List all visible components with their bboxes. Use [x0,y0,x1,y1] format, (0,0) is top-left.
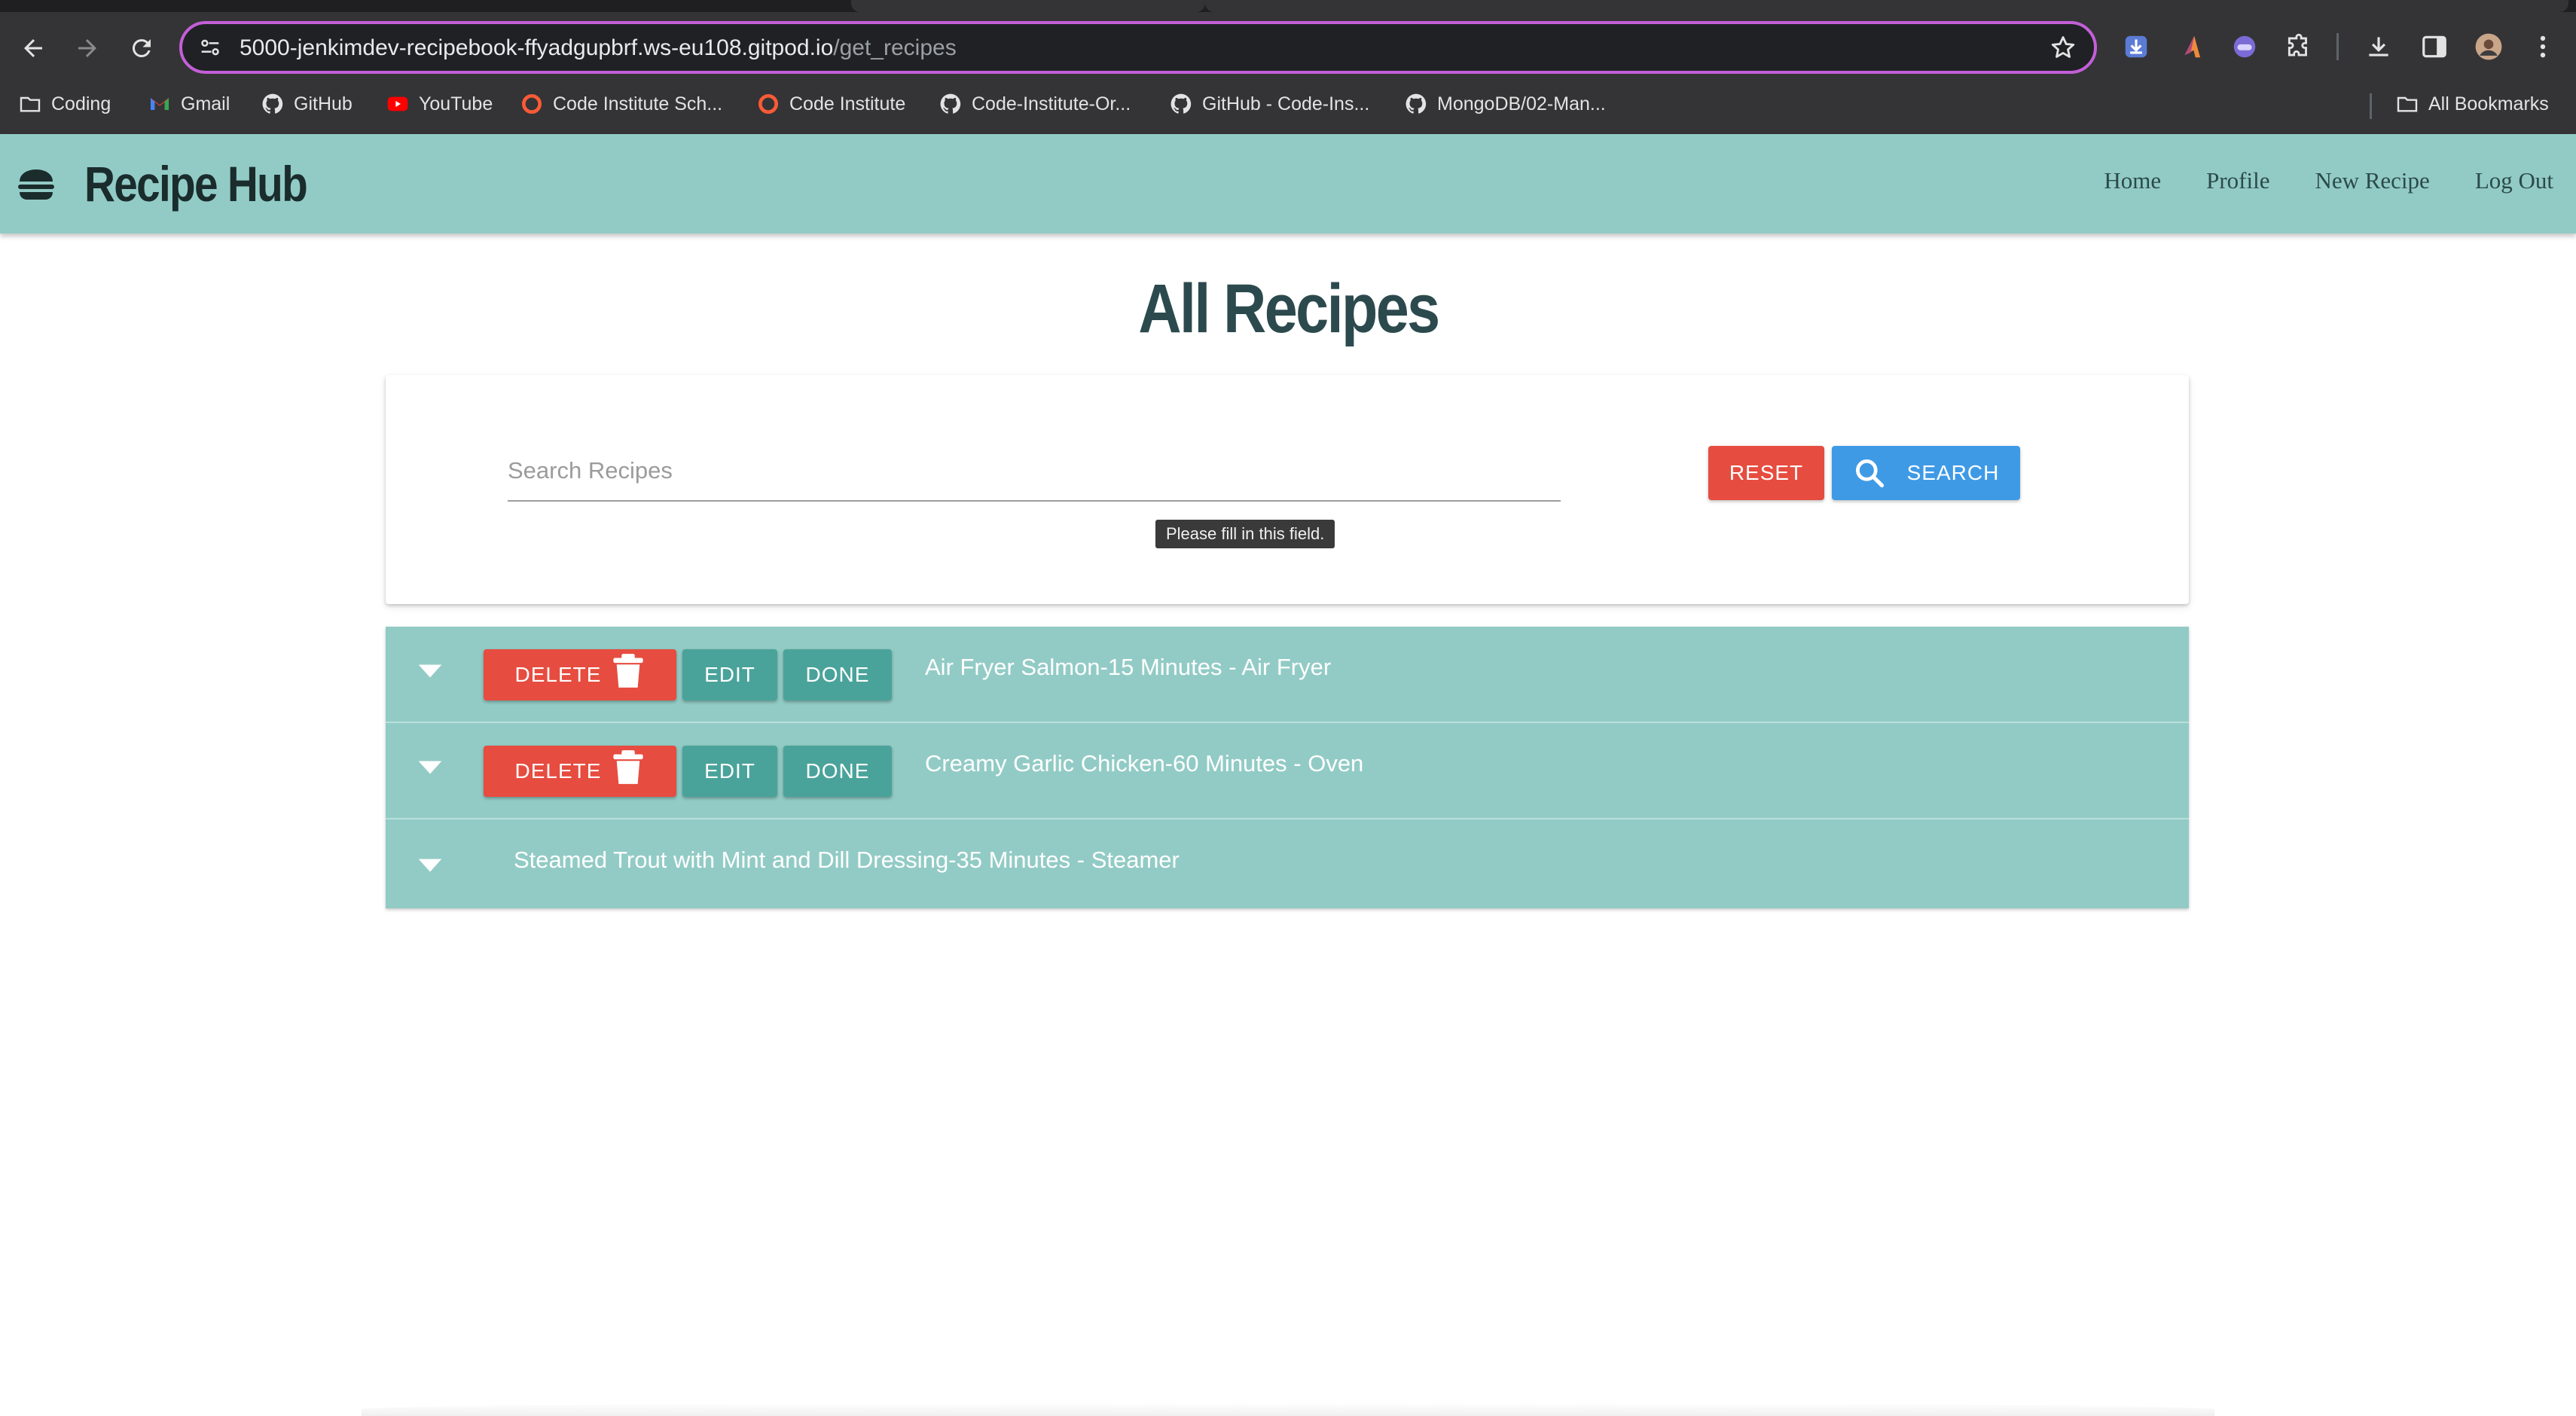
forward-button[interactable] [68,29,107,68]
toolbar-separator [2336,33,2339,60]
nav-links: Home Profile New Recipe Log Out [2104,167,2553,194]
search-card: Please fill in this field. RESET SEARCH [386,375,2189,604]
profile-avatar[interactable] [2472,30,2505,63]
folder-icon [20,96,41,112]
url-host: 5000-jenkimdev-recipebook-ffyadgupbrf.ws… [240,35,834,60]
recipe-title[interactable]: Creamy Garlic Chicken-60 Minutes - Oven [925,750,1363,777]
side-panel-icon [2422,35,2446,58]
github-icon [262,93,283,114]
delete-button-label: DELETE [514,663,602,686]
back-button[interactable] [14,29,53,68]
site-settings-icon[interactable] [197,35,223,60]
bookmarks-bar: Coding Gmail GitHub YouTube Code Institu… [0,84,2576,122]
arrow-left-icon [24,39,42,57]
extension-marker[interactable] [2175,30,2208,63]
bookmark-code-institute-school[interactable]: Code Institute Sch... [520,89,722,119]
search-icon [1855,459,1884,488]
tab-strip [0,0,2576,12]
url-path: /get_recipes [833,35,957,60]
caret-down-icon[interactable] [417,663,443,679]
delete-button[interactable]: DELETE [484,649,676,700]
footer-shadow [362,1402,2214,1416]
github-icon [1170,93,1192,114]
address-bar[interactable]: 5000-jenkimdev-recipebook-ffyadgupbrf.ws… [179,21,2097,74]
edit-button[interactable]: EDIT [682,746,777,797]
bookmarks-separator [2370,93,2372,119]
all-bookmarks[interactable]: All Bookmarks [2395,89,2549,119]
done-button[interactable]: DONE [783,746,892,797]
search-button[interactable]: SEARCH [1832,446,2020,500]
folder-icon [2397,96,2418,112]
burger-icon[interactable] [17,166,56,203]
bookmark-github[interactable]: GitHub [261,89,353,119]
bookmark-github-code-institute[interactable]: GitHub - Code-Ins... [1169,89,1369,119]
done-button[interactable]: DONE [783,649,892,700]
search-input[interactable] [508,441,1561,502]
download-icon [2369,37,2388,56]
github-icon [1406,93,1427,114]
trash-icon [613,750,644,784]
code-institute-icon [758,94,778,114]
github-icon [940,93,961,114]
extension-avatar[interactable] [2228,30,2261,63]
download-helper-icon [2125,35,2147,58]
reset-button[interactable]: RESET [1708,446,1824,500]
marker-extension-icon [2184,35,2201,58]
extensions-button[interactable] [2282,30,2315,63]
caret-down-icon[interactable] [417,759,443,776]
url-text[interactable]: 5000-jenkimdev-recipebook-ffyadgupbrf.ws… [240,35,957,62]
recipe-title[interactable]: Air Fryer Salmon-15 Minutes - Air Fryer [925,654,1331,681]
bookmark-code-institute-org[interactable]: Code-Institute-Or... [939,89,1131,119]
nav-new-recipe[interactable]: New Recipe [2315,167,2429,194]
trash-icon [613,654,644,688]
delete-button-label: DELETE [514,759,602,783]
purple-extension-icon [2233,35,2256,58]
recipe-row[interactable]: Steamed Trout with Mint and Dill Dressin… [386,819,2189,908]
browser-tab[interactable] [851,0,1205,12]
youtube-icon [387,96,408,111]
validation-tooltip: Please fill in this field. [1155,520,1335,548]
recipe-row[interactable]: DELETE EDIT DONE Air Fryer Salmon-15 Min… [386,627,2189,723]
gmail-icon [151,98,169,110]
arrow-right-icon [78,39,96,57]
recipe-list: DELETE EDIT DONE Air Fryer Salmon-15 Min… [386,627,2189,908]
extension-download-helper[interactable] [2120,30,2153,63]
puzzle-icon [2288,33,2307,56]
bookmark-gmail[interactable]: Gmail [148,89,230,119]
search-button-label: SEARCH [1906,461,2000,484]
nav-log-out[interactable]: Log Out [2475,167,2553,194]
nav-home[interactable]: Home [2104,167,2161,194]
browser-menu-button[interactable] [2526,30,2559,63]
bookmark-code-institute[interactable]: Code Institute [756,89,905,119]
browser-tab[interactable] [1205,0,2568,12]
brand-logo[interactable]: Recipe Hub [84,155,308,212]
bookmark-youtube[interactable]: YouTube [386,89,493,119]
browser-chrome: 5000-jenkimdev-recipebook-ffyadgupbrf.ws… [0,0,2576,134]
recipe-title[interactable]: Steamed Trout with Mint and Dill Dressin… [514,847,1180,874]
caret-down-icon[interactable] [417,857,443,874]
bookmark-star-icon[interactable] [2049,33,2077,62]
reload-button[interactable] [122,29,161,68]
delete-button[interactable]: DELETE [484,746,676,797]
code-institute-icon [522,94,542,114]
downloads-button[interactable] [2362,30,2395,63]
edit-button[interactable]: EDIT [682,649,777,700]
side-panel-button[interactable] [2418,30,2451,63]
kebab-menu-icon [2540,35,2546,58]
reload-icon [132,38,151,57]
bookmark-coding[interactable]: Coding [18,89,111,119]
profile-avatar-icon [2475,33,2502,60]
bookmark-mongodb[interactable]: MongoDB/02-Man... [1404,89,1606,119]
nav-profile[interactable]: Profile [2206,167,2269,194]
app-navbar: Recipe Hub Home Profile New Recipe Log O… [0,134,2576,233]
page-title: All Recipes [1137,270,1440,347]
recipe-row[interactable]: DELETE EDIT DONE Creamy Garlic Chicken-6… [386,723,2189,819]
